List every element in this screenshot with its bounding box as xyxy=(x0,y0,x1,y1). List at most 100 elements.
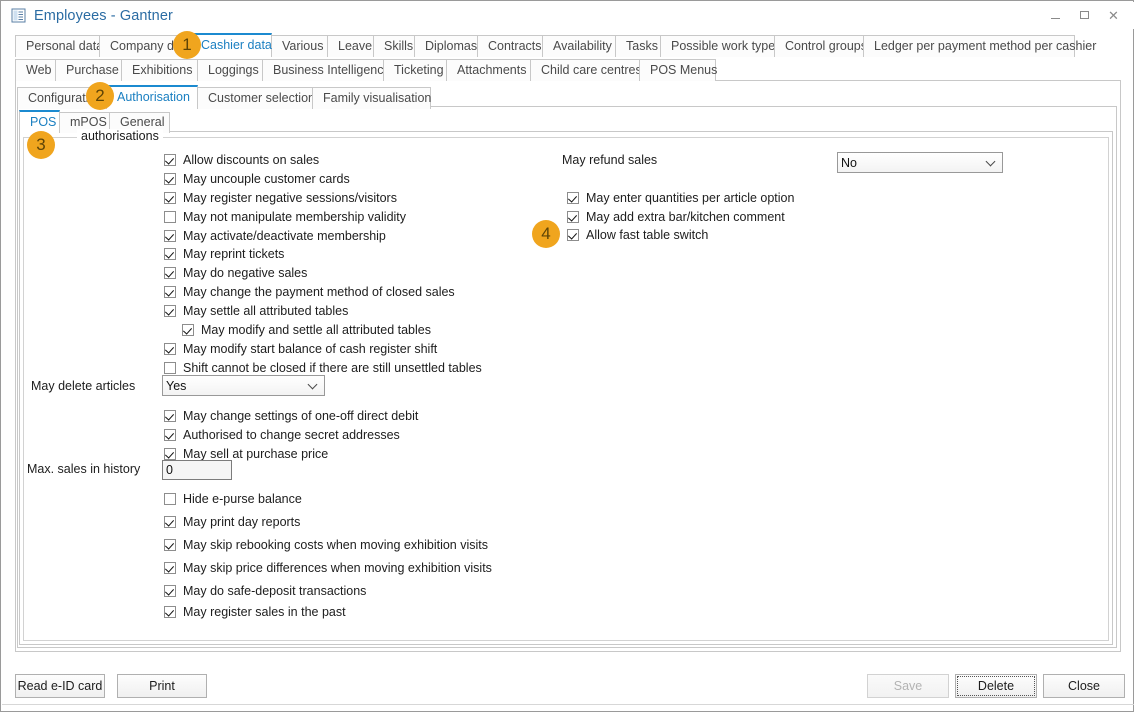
checkbox-row-may-enter-quantities-per-article-option[interactable]: May enter quantities per article option xyxy=(567,191,794,205)
button-read-e-id-card[interactable]: Read e-ID card xyxy=(15,674,105,698)
checkbox-row-may-modify-and-settle-all-attributed-tables[interactable]: May modify and settle all attributed tab… xyxy=(182,323,431,337)
tab-attachments[interactable]: Attachments xyxy=(446,59,531,81)
checkbox-row-may-register-sales-in-the-past[interactable]: May register sales in the past xyxy=(164,605,346,619)
tab-authorisation[interactable]: Authorisation xyxy=(106,85,198,109)
tab-purchase[interactable]: Purchase xyxy=(55,59,122,81)
label-may-refund-sales: May refund sales xyxy=(562,153,657,167)
window-controls: ✕ xyxy=(1041,4,1128,26)
document-icon xyxy=(11,8,26,23)
tab-various[interactable]: Various xyxy=(271,35,328,57)
checkbox-row-may-uncouple-customer-cards[interactable]: May uncouple customer cards xyxy=(164,172,350,186)
checkbox-row-may-settle-all-attributed-tables[interactable]: May settle all attributed tables xyxy=(164,304,348,318)
tab-skills[interactable]: Skills xyxy=(373,35,415,57)
checkbox-checked-icon[interactable] xyxy=(164,286,176,298)
annotation-badge-3: 3 xyxy=(27,131,55,159)
input-max-sales-in-history[interactable]: 0 xyxy=(162,460,232,480)
checkbox-label: May not manipulate membership validity xyxy=(183,210,406,224)
checkbox-checked-icon[interactable] xyxy=(164,154,176,166)
checkbox-label: Hide e-purse balance xyxy=(183,492,302,506)
checkbox-checked-icon[interactable] xyxy=(182,324,194,336)
minimize-icon[interactable] xyxy=(1041,4,1070,26)
checkbox-row-may-skip-rebooking-costs-when-moving-exhibition-visits[interactable]: May skip rebooking costs when moving exh… xyxy=(164,538,488,552)
chevron-down-icon[interactable] xyxy=(309,381,317,389)
tab-business-intelligence[interactable]: Business Intelligence xyxy=(262,59,384,81)
checkbox-checked-icon[interactable] xyxy=(164,606,176,618)
checkbox-checked-icon[interactable] xyxy=(164,410,176,422)
tab-ticketing[interactable]: Ticketing xyxy=(383,59,447,81)
tab-exhibitions[interactable]: Exhibitions xyxy=(121,59,198,81)
checkbox-unchecked-icon[interactable] xyxy=(164,211,176,223)
tab-availability[interactable]: Availability xyxy=(542,35,616,57)
checkbox-row-may-print-day-reports[interactable]: May print day reports xyxy=(164,515,300,529)
checkbox-row-may-change-settings-of-one-off-direct-debit[interactable]: May change settings of one-off direct de… xyxy=(164,409,418,423)
button-delete[interactable]: Delete xyxy=(955,674,1037,698)
checkbox-label: Allow fast table switch xyxy=(586,228,708,242)
tab-control-groups[interactable]: Control groups xyxy=(774,35,864,57)
checkbox-row-may-do-safe-deposit-transactions[interactable]: May do safe-deposit transactions xyxy=(164,584,366,598)
checkbox-label: May register sales in the past xyxy=(183,605,346,619)
checkbox-row-may-reprint-tickets[interactable]: May reprint tickets xyxy=(164,247,284,261)
tab-diplomas[interactable]: Diplomas xyxy=(414,35,478,57)
tab-contracts[interactable]: Contracts xyxy=(477,35,543,57)
tabstrip-level2: ConfigurationAuthorisationCustomer selec… xyxy=(17,85,430,109)
select-may-refund-sales[interactable]: No xyxy=(837,152,1003,173)
maximize-icon[interactable] xyxy=(1070,4,1099,26)
checkbox-checked-icon[interactable] xyxy=(164,429,176,441)
checkbox-row-authorised-to-change-secret-addresses[interactable]: Authorised to change secret addresses xyxy=(164,428,400,442)
tab-ledger-per-payment-method-per-cashier[interactable]: Ledger per payment method per cashier xyxy=(863,35,1075,57)
checkbox-checked-icon[interactable] xyxy=(164,516,176,528)
chevron-down-icon[interactable] xyxy=(987,158,995,166)
checkbox-checked-icon[interactable] xyxy=(567,211,579,223)
checkbox-label: May change settings of one-off direct de… xyxy=(183,409,418,423)
tab-pos[interactable]: POS xyxy=(19,110,60,133)
close-icon[interactable]: ✕ xyxy=(1099,4,1128,26)
annotation-badge-2: 2 xyxy=(86,82,114,110)
checkbox-checked-icon[interactable] xyxy=(164,585,176,597)
tab-family-visualisation[interactable]: Family visualisation xyxy=(312,87,431,109)
checkbox-row-allow-discounts-on-sales[interactable]: Allow discounts on sales xyxy=(164,153,319,167)
tab-web[interactable]: Web xyxy=(15,59,56,81)
checkbox-row-may-sell-at-purchase-price[interactable]: May sell at purchase price xyxy=(164,447,328,461)
checkbox-checked-icon[interactable] xyxy=(567,192,579,204)
checkbox-row-hide-e-purse-balance[interactable]: Hide e-purse balance xyxy=(164,492,302,506)
checkbox-checked-icon[interactable] xyxy=(164,539,176,551)
label-max-sales-in-history: Max. sales in history xyxy=(27,462,140,476)
checkbox-unchecked-icon[interactable] xyxy=(164,362,176,374)
tab-possible-work-types[interactable]: Possible work types xyxy=(660,35,775,57)
checkbox-checked-icon[interactable] xyxy=(164,343,176,355)
checkbox-checked-icon[interactable] xyxy=(164,173,176,185)
tab-personal-data[interactable]: Personal data xyxy=(15,35,100,57)
tab-loggings[interactable]: Loggings xyxy=(197,59,263,81)
checkbox-checked-icon[interactable] xyxy=(164,192,176,204)
checkbox-row-allow-fast-table-switch[interactable]: Allow fast table switch xyxy=(567,228,708,242)
checkbox-label: May uncouple customer cards xyxy=(183,172,350,186)
checkbox-row-may-not-manipulate-membership-validity[interactable]: May not manipulate membership validity xyxy=(164,210,406,224)
tabstrip-level1-row2: WebPurchaseExhibitionsLoggingsBusiness I… xyxy=(15,59,715,81)
checkbox-unchecked-icon[interactable] xyxy=(164,493,176,505)
checkbox-checked-icon[interactable] xyxy=(164,448,176,460)
select-may-delete-articles[interactable]: Yes xyxy=(162,375,325,396)
tab-cashier-data[interactable]: Cashier data xyxy=(190,33,272,57)
checkbox-row-may-do-negative-sales[interactable]: May do negative sales xyxy=(164,266,307,280)
checkbox-row-may-register-negative-sessions-visitors[interactable]: May register negative sessions/visitors xyxy=(164,191,397,205)
checkbox-row-may-change-the-payment-method-of-closed-sales[interactable]: May change the payment method of closed … xyxy=(164,285,455,299)
button-print[interactable]: Print xyxy=(117,674,207,698)
checkbox-row-shift-cannot-be-closed-if-there-are-still-unsettled-tables[interactable]: Shift cannot be closed if there are stil… xyxy=(164,361,482,375)
checkbox-checked-icon[interactable] xyxy=(164,267,176,279)
tab-pos-menus[interactable]: POS Menus xyxy=(639,59,716,81)
tab-child-care-centres[interactable]: Child care centres xyxy=(530,59,640,81)
tab-customer-selection[interactable]: Customer selection xyxy=(197,87,313,109)
checkbox-row-may-skip-price-differences-when-moving-exhibition-visits[interactable]: May skip price differences when moving e… xyxy=(164,561,492,575)
tab-leave[interactable]: Leave xyxy=(327,35,374,57)
checkbox-label: May skip rebooking costs when moving exh… xyxy=(183,538,488,552)
checkbox-checked-icon[interactable] xyxy=(164,562,176,574)
tab-tasks[interactable]: Tasks xyxy=(615,35,661,57)
checkbox-row-may-add-extra-bar-kitchen-comment[interactable]: May add extra bar/kitchen comment xyxy=(567,210,785,224)
button-close[interactable]: Close xyxy=(1043,674,1125,698)
checkbox-checked-icon[interactable] xyxy=(164,305,176,317)
checkbox-checked-icon[interactable] xyxy=(164,248,176,260)
checkbox-checked-icon[interactable] xyxy=(164,230,176,242)
checkbox-row-may-modify-start-balance-of-cash-register-shift[interactable]: May modify start balance of cash registe… xyxy=(164,342,437,356)
checkbox-checked-icon[interactable] xyxy=(567,229,579,241)
checkbox-row-may-activate-deactivate-membership[interactable]: May activate/deactivate membership xyxy=(164,229,386,243)
